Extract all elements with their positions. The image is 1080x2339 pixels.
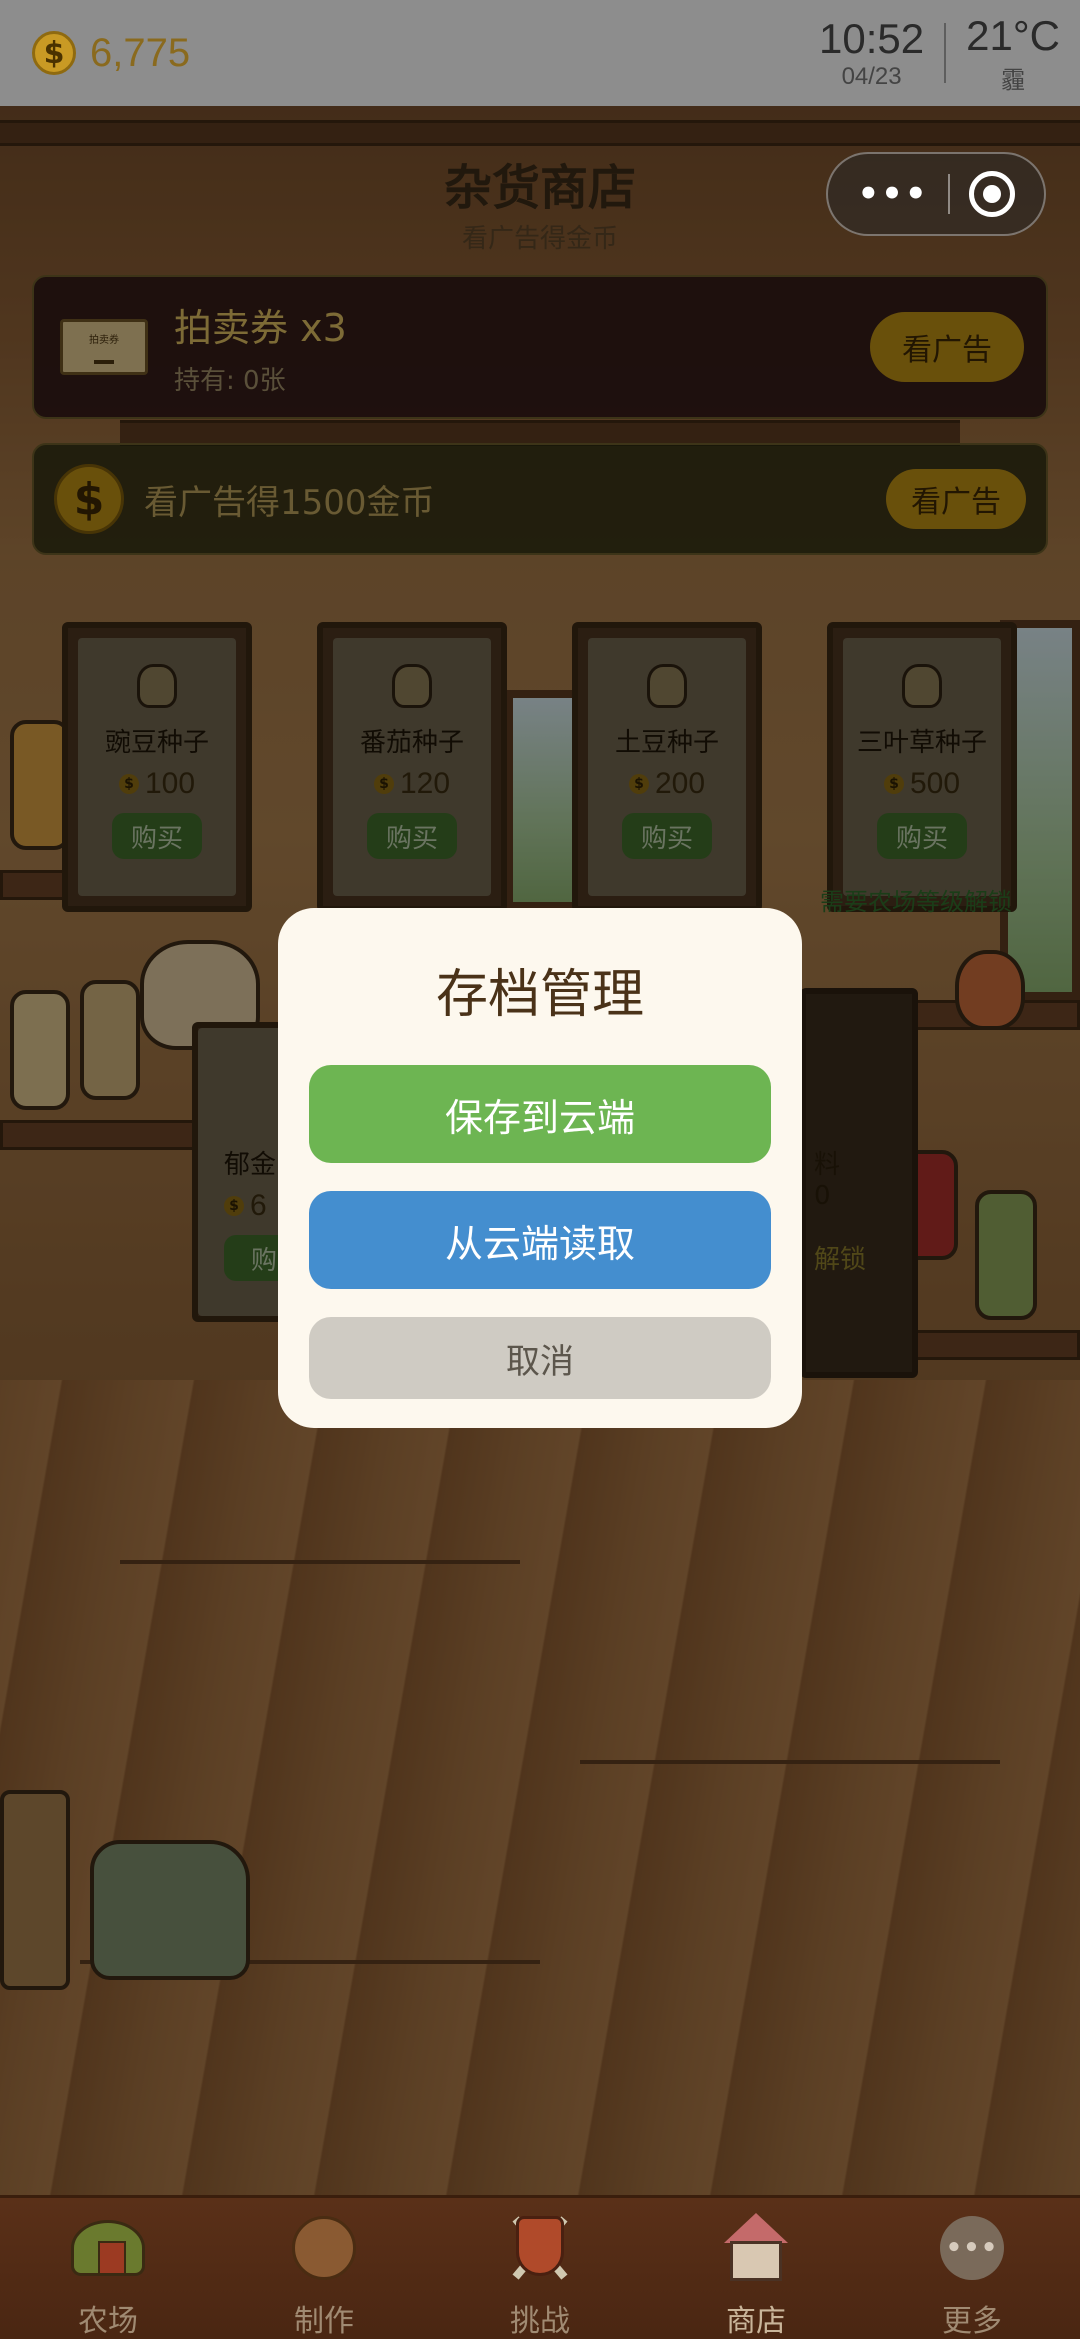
divider: [947, 174, 950, 214]
load-from-cloud-button[interactable]: 从云端读取: [309, 1191, 771, 1289]
clock-weather: 10:52 04/23 21°C 霾: [819, 12, 1060, 95]
tab-label: 更多: [942, 2304, 1002, 2339]
tab-label: 挑战: [510, 2304, 570, 2339]
coin-count: 6,775: [90, 30, 191, 75]
tab-label: 制作: [294, 2304, 354, 2339]
coin-icon: $: [32, 31, 76, 75]
tab-more[interactable]: ••• 更多: [864, 2198, 1080, 2339]
miniprogram-capsule: •••: [826, 152, 1046, 236]
farm-icon: [71, 2220, 145, 2276]
status-bar: $ 6,775 10:52 04/23 21°C 霾: [0, 0, 1080, 106]
tab-challenge[interactable]: 挑战: [432, 2198, 648, 2339]
craft-icon: [292, 2216, 356, 2280]
more-icon: •••: [940, 2216, 1004, 2280]
clock-time: 10:52: [819, 15, 925, 62]
clock-date: 04/23: [841, 63, 902, 90]
tab-craft[interactable]: 制作: [216, 2198, 432, 2339]
save-to-cloud-button[interactable]: 保存到云端: [309, 1065, 771, 1163]
cancel-button[interactable]: 取消: [309, 1317, 771, 1399]
bottom-tab-bar: 农场 制作 挑战 商店 ••• 更多: [0, 2195, 1080, 2339]
more-options-icon[interactable]: •••: [857, 174, 928, 214]
close-miniprogram-icon[interactable]: [968, 171, 1015, 217]
challenge-icon: [502, 2210, 578, 2286]
weather: 霾: [1001, 66, 1026, 94]
save-management-dialog: 存档管理 保存到云端 从云端读取 取消: [278, 908, 802, 1428]
tab-farm[interactable]: 农场: [0, 2198, 216, 2339]
temperature: 21°C: [966, 11, 1060, 59]
coin-balance: $ 6,775: [32, 31, 190, 76]
tab-label: 商店: [726, 2304, 786, 2339]
dialog-title: 存档管理: [435, 965, 644, 1025]
divider: [944, 23, 947, 83]
tab-shop[interactable]: 商店: [648, 2198, 864, 2339]
shop-icon: [720, 2213, 792, 2283]
tab-label: 农场: [78, 2304, 138, 2339]
